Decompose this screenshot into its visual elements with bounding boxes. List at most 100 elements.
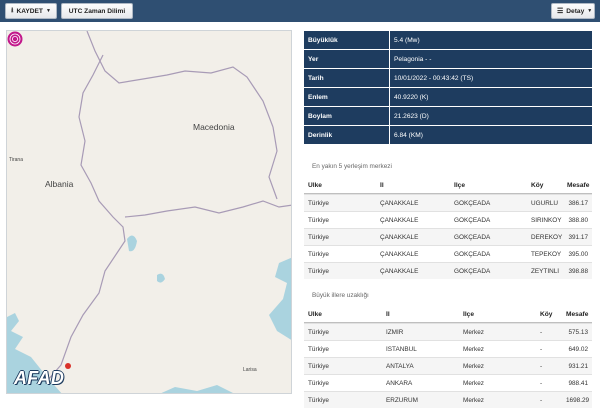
table-row: Türkiye ÇANAKKALE GÖKÇEADA TEPEKÖY 395.0…	[304, 245, 592, 262]
save-button[interactable]: ⭳ KAYDET ▼	[5, 3, 57, 19]
afad-logo: AFAD	[14, 368, 65, 388]
table-cell: 388.80	[568, 216, 588, 224]
info-key: Enlem	[304, 88, 390, 106]
nearest-settlements-table: Ülke İl İlçe Köy Mesafe Türkiye ÇANAKKAL…	[304, 177, 592, 279]
column-header: Mesafe	[567, 181, 590, 189]
nearest-settlements-title: En yakın 5 yerleşim merkezi	[312, 163, 392, 170]
table-cell: GÖKÇEADA	[454, 267, 491, 275]
sea-aegean	[269, 257, 291, 340]
table-cell: -	[540, 362, 543, 370]
table-cell: 931.21	[568, 362, 588, 370]
column-header: İlçe	[463, 310, 474, 318]
map-label-macedonia: Macedonia	[193, 122, 235, 132]
sea-south	[161, 385, 233, 393]
table-cell: Merkez	[463, 379, 484, 387]
table-row: Türkiye ÇANAKKALE GÖKÇEADA UĞURLU 386.17	[304, 194, 592, 211]
table-cell: 988.41	[568, 379, 588, 387]
table-cell: -	[540, 345, 543, 353]
chevron-down-icon: ▼	[45, 8, 51, 14]
table-cell: Türkiye	[308, 328, 329, 336]
table-row: Türkiye ANKARA Merkez - 988.41	[304, 374, 592, 391]
table-cell: -	[540, 396, 543, 404]
info-key: Boylam	[304, 107, 390, 125]
table-cell: İZMİR	[386, 328, 404, 336]
info-value: Pelagonia - -	[390, 50, 592, 68]
table-cell: İSTANBUL	[386, 345, 417, 353]
table-cell: Türkiye	[308, 267, 329, 275]
earthquake-info-table: Büyüklük 5.4 (Mw) Yer Pelagonia - - Tari…	[304, 31, 592, 145]
info-value: 6.84 (KM)	[390, 126, 592, 144]
column-header: İlçe	[454, 181, 465, 189]
table-row: Türkiye ÇANAKKALE GÖKÇEADA ZEYTİNLİ 398.…	[304, 262, 592, 279]
table-cell: ÇANAKKALE	[380, 233, 419, 241]
table-cell: 386.17	[568, 199, 588, 207]
detail-button[interactable]: ☰ Detay ▼	[551, 3, 595, 19]
table-cell: Türkiye	[308, 379, 329, 387]
table-cell: Merkez	[463, 396, 484, 404]
table-cell: 575.13	[568, 328, 588, 336]
table-cell: GÖKÇEADA	[454, 216, 491, 224]
border-east	[268, 126, 278, 200]
table-cell: 398.88	[568, 267, 588, 275]
table-header-row: Ülke İl İlçe Köy Mesafe	[304, 177, 592, 194]
table-cell: UĞURLU	[531, 199, 558, 207]
table-row: Türkiye İZMİR Merkez - 575.13	[304, 323, 592, 340]
detail-button-label: Detay	[566, 7, 585, 15]
map-label-larisa: Larisa	[243, 367, 257, 373]
map-label-tirana: Tirana	[9, 157, 23, 163]
info-row-depth: Derinlik 6.84 (KM)	[304, 126, 592, 145]
table-cell: ÇANAKKALE	[380, 267, 419, 275]
afad-logo-dot	[65, 363, 71, 369]
info-row-date: Tarih 10/01/2022 - 00:43:42 (TS)	[304, 69, 592, 88]
table-row: Türkiye ÇANAKKALE GÖKÇEADA DEREKÖY 391.1…	[304, 228, 592, 245]
epicenter-marker[interactable]	[7, 31, 23, 47]
column-header: Köy	[540, 310, 553, 318]
border-west	[46, 54, 126, 382]
utc-timezone-button[interactable]: UTC Zaman Dilimi	[61, 3, 133, 19]
table-cell: -	[540, 328, 543, 336]
info-row-magnitude: Büyüklük 5.4 (Mw)	[304, 31, 592, 50]
column-header: Ülke	[308, 181, 322, 189]
table-cell: 395.00	[568, 250, 588, 258]
table-cell: GÖKÇEADA	[454, 199, 491, 207]
table-cell: ÇANAKKALE	[380, 216, 419, 224]
column-header: İl	[386, 310, 390, 318]
info-value: 10/01/2022 - 00:43:42 (TS)	[390, 69, 592, 87]
top-toolbar: ⭳ KAYDET ▼ UTC Zaman Dilimi ☰ Detay ▼	[0, 0, 600, 22]
earthquake-map[interactable]: Macedonia Albania Tirana Larisa AFAD	[6, 30, 292, 394]
table-cell: Merkez	[463, 328, 484, 336]
table-cell: 649.02	[568, 345, 588, 353]
info-value: 21.2623 (D)	[390, 107, 592, 125]
table-cell: Türkiye	[308, 396, 329, 404]
table-cell: DEREKÖY	[531, 233, 563, 241]
table-row: Türkiye ÇANAKKALE GÖKÇEADA SIRINKÖY 388.…	[304, 211, 592, 228]
table-cell: Merkez	[463, 345, 484, 353]
list-icon: ☰	[557, 8, 564, 15]
table-row: Türkiye ANTALYA Merkez - 931.21	[304, 357, 592, 374]
column-header: Köy	[531, 181, 544, 189]
chevron-down-icon: ▼	[587, 8, 593, 14]
table-cell: Türkiye	[308, 362, 329, 370]
column-header: Mesafe	[566, 310, 589, 318]
info-key: Yer	[304, 50, 390, 68]
table-cell: ÇANAKKALE	[380, 199, 419, 207]
table-cell: 391.17	[568, 233, 588, 241]
table-cell: Türkiye	[308, 199, 329, 207]
info-key: Tarih	[304, 69, 390, 87]
table-cell: ERZURUM	[386, 396, 418, 404]
table-cell: 1698.29	[566, 396, 590, 404]
table-row: Türkiye ERZURUM Merkez - 1698.29	[304, 391, 592, 408]
info-key: Büyüklük	[304, 31, 390, 49]
save-button-label: KAYDET	[16, 7, 43, 15]
table-cell: SIRINKÖY	[531, 216, 562, 224]
table-cell: ÇANAKKALE	[380, 250, 419, 258]
border-north	[86, 31, 274, 128]
column-header: İl	[380, 181, 384, 189]
download-icon: ⭳	[11, 6, 14, 14]
info-key: Derinlik	[304, 126, 390, 144]
table-cell: Türkiye	[308, 250, 329, 258]
border-south	[124, 200, 291, 218]
table-cell: ANKARA	[386, 379, 413, 387]
map-canvas	[7, 31, 291, 393]
table-cell: Merkez	[463, 362, 484, 370]
